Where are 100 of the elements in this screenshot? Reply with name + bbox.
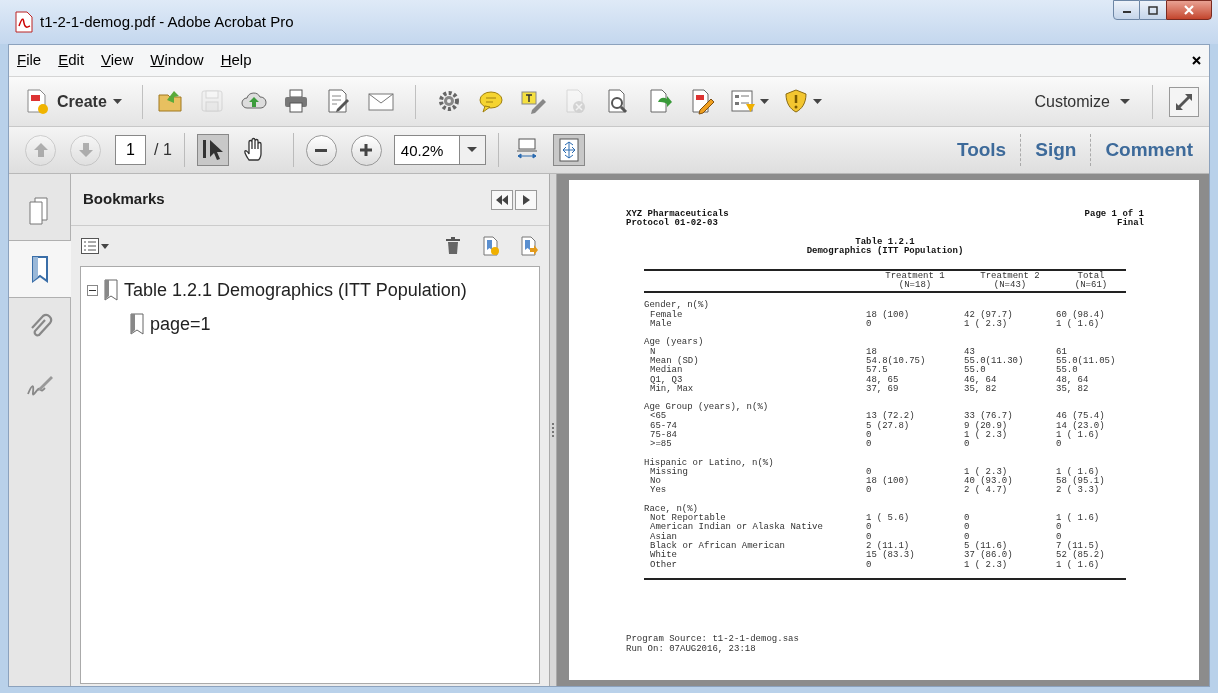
table-cell-text: 1 ( 1.6) [1056,467,1100,477]
collapse-panel-button[interactable] [491,189,513,210]
page-count: / 1 [154,140,172,160]
create-button[interactable]: Create [19,83,128,120]
panel-tab[interactable]: Tools [956,135,1007,165]
table-cell-text: 0 [964,532,971,542]
maximize-icon [1148,5,1158,15]
table-cell-text: 18 (100) [866,310,911,320]
page-header-text: Protocol 01-02-03 [626,219,719,229]
close-icon[interactable] [1192,56,1201,65]
table-cell-text: 0 [964,440,971,450]
expand-icon [1174,91,1194,112]
table-cell-text: 55.0(11.05) [1056,356,1117,366]
column-header: (N=61) [1074,281,1108,291]
menu-item[interactable]: Edit [58,49,85,72]
panel-tab[interactable]: Comment [1105,135,1193,165]
table-cell-text: No [649,477,661,487]
page-number-field[interactable]: 1 [115,135,146,165]
menu-item[interactable]: Help [220,49,252,72]
table-cell-text: 48, 64 [1056,375,1090,385]
section-label: Age (years) [644,338,705,348]
column-header: (N=18) [898,281,932,291]
table-cell-text: 0 [866,486,873,496]
close-button[interactable] [1166,0,1212,20]
table-cell-text: Missing [650,467,689,477]
page-header-text: Final [1117,219,1144,229]
table-cell-text: 48, 65 [866,375,900,385]
bookmark-item[interactable]: Table 1.2.1 Demographics (ITT Population) [124,276,467,304]
bookmark-arrow-icon[interactable] [519,236,539,256]
fit-page-button[interactable] [552,134,585,166]
table-cell-text: 52 (85.2) [1056,551,1106,561]
trash-icon[interactable] [445,237,461,255]
minimize-button[interactable] [1113,0,1140,20]
zoom-in-button[interactable] [350,134,382,166]
customize-dropdown[interactable]: Customize [1034,89,1130,114]
table-cell-text: Black or African American [649,541,787,551]
new-bookmark-icon[interactable] [481,236,501,256]
list-icon [81,238,99,254]
zoom-out-button[interactable] [305,134,337,166]
table-cell-text: 18 (100) [866,477,911,487]
menu-item[interactable]: File [17,49,42,72]
column-header: (N=43) [993,281,1027,291]
expand-toggle[interactable] [87,284,98,296]
table-title: Table 1.2.1 [855,237,915,247]
table-cell-text: 1 ( 2.3) [964,560,1008,570]
table-cell-text: 35, 82 [1056,384,1090,395]
table-cell-text: Median [649,366,683,376]
page-footer-text: Run On: 07AUG2016, 23:18 [626,644,757,654]
menu-item[interactable]: View [101,49,134,72]
table-cell-text: Yes [649,486,668,496]
options-button[interactable] [81,238,109,254]
table-cell-text: 2 ( 4.7) [964,486,1008,496]
table-title: Demographics (ITT Population) [806,247,964,257]
table-cell-text: 43 [964,347,975,357]
table-cell-text: >=85 [649,440,673,450]
column-header: Total [1077,271,1105,281]
table-cell-text: White [649,551,678,561]
table-cell-text: 18 [866,347,877,357]
table-cell-text: 0 [1056,532,1063,542]
table-cell-text: 14 (23.0) [1056,421,1106,431]
page-footer-text: Program Source: t1-2-1-demog.sas [626,635,800,645]
table-cell-text: 55.0(11.30) [964,356,1025,366]
table-cell-text: <65 [649,412,668,422]
table-cell-text: 75-84 [649,431,678,440]
caret-icon [467,147,478,153]
table-cell-text: 1 ( 1.6) [1056,514,1101,524]
table-cell-text: 0 [866,560,873,570]
table-cell-text: 0 [866,467,873,477]
select-tool-button[interactable] [196,134,229,166]
plus-icon [360,144,373,156]
table-cell-text: 55.0 [1056,366,1079,376]
table-cell-text: 0 [964,514,971,524]
bookmark-item[interactable]: page=1 [150,310,211,338]
table-cell-text: 1 ( 1.6) [1056,431,1100,440]
full-screen-button[interactable] [1169,86,1199,117]
table-cell-text: Male [649,320,673,330]
menu-item[interactable]: Window [150,49,204,72]
panel-tab[interactable]: Sign [1035,135,1077,165]
caret-icon [112,98,122,105]
table-cell-text: 46 (75.4) [1056,412,1106,422]
table-cell-text: 37, 69 [866,384,900,395]
table-cell-text: 55.0 [964,366,987,376]
table-cell-text: 33 (76.7) [964,412,1014,422]
column-header: Treatment 2 [980,271,1040,281]
table-cell-text: 0 [1056,523,1063,533]
zoom-dropdown-button[interactable] [459,135,486,165]
table-cell-text: 65-74 [649,421,678,431]
next-panel-button[interactable] [515,189,537,210]
caret-icon [101,243,109,249]
table-cell-text: 0 [964,523,971,533]
table-cell-text: 7 (11.5) [1056,541,1100,551]
bookmark-tab[interactable] [9,240,71,298]
table-cell-text: Other [649,560,678,570]
table-cell-text: 0 [866,440,873,450]
maximize-button[interactable] [1140,0,1166,20]
table-cell-text: American Indian or Alaska Native [649,523,824,533]
zoom-field[interactable]: 40.2% [393,135,460,165]
caret-icon [1120,98,1130,105]
page-header-text: Page 1 of 1 [1084,210,1144,219]
table-cell-text: 0 [866,320,873,330]
